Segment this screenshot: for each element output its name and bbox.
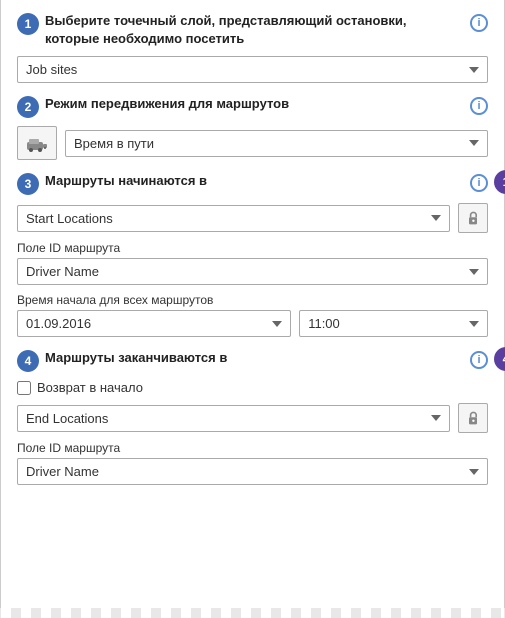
end-locations-select[interactable]: End Locations [17,405,450,432]
callout-1: 1 [494,170,505,194]
start-locations-select[interactable]: Start Locations [17,205,450,232]
start-lock-button[interactable] [458,203,488,233]
return-to-start-label: Возврат в начало [37,380,143,395]
route-id-field-row-start: Поле ID маршрута Driver Name 2 [17,241,488,285]
travel-mode-icon [17,126,57,160]
step2-info-icon[interactable]: i [470,97,488,115]
end-locations-row: End Locations [17,403,488,433]
step2-dropdown-row: Время в пути [17,126,488,160]
route-id-label-end: Поле ID маршрута [17,441,488,455]
route-id-label-start: Поле ID маршрута [17,241,488,255]
driver-name-select-end[interactable]: Driver Name [17,458,488,485]
step1-circle: 1 [17,13,39,35]
step1-header: 1 Выберите точечный слой, представляющий… [17,12,488,48]
start-locations-row: Start Locations 2 [17,203,488,233]
step4-info-icon[interactable]: i [470,351,488,369]
step4-header: 4 Маршруты заканчиваются в i 4 [17,349,488,372]
step2-circle: 2 [17,96,39,118]
date-select[interactable]: 01.09.2016 [17,310,291,337]
job-sites-select[interactable]: Job sites [17,56,488,83]
return-to-start-row: Возврат в начало [17,380,488,395]
step3-header: 3 Маршруты начинаются в i 1 [17,172,488,195]
step1-info-icon[interactable]: i [470,14,488,32]
travel-mode-select[interactable]: Время в пути [65,130,488,157]
return-to-start-checkbox[interactable] [17,381,31,395]
end-lock-button[interactable] [458,403,488,433]
step3-info-icon[interactable]: i [470,174,488,192]
route-id-field-row-end: Поле ID маршрута Driver Name 5 [17,441,488,485]
step3-label: Маршруты начинаются в [45,172,464,190]
step4-circle: 4 [17,350,39,372]
step2-header: 2 Режим передвижения для маршрутов i [17,95,488,118]
step4-label: Маршруты заканчиваются в [45,349,464,367]
step1-label: Выберите точечный слой, представляющий о… [45,12,464,48]
driver-name-select-start[interactable]: Driver Name [17,258,488,285]
start-time-label: Время начала для всех маршрутов [17,293,488,307]
step1-dropdown-row: Job sites [17,56,488,83]
start-time-row: Время начала для всех маршрутов 01.09.20… [17,293,488,337]
step3-circle: 3 [17,173,39,195]
time-select[interactable]: 11:00 [299,310,488,337]
step2-label: Режим передвижения для маршрутов [45,95,464,113]
callout-4: 4 [494,347,505,371]
